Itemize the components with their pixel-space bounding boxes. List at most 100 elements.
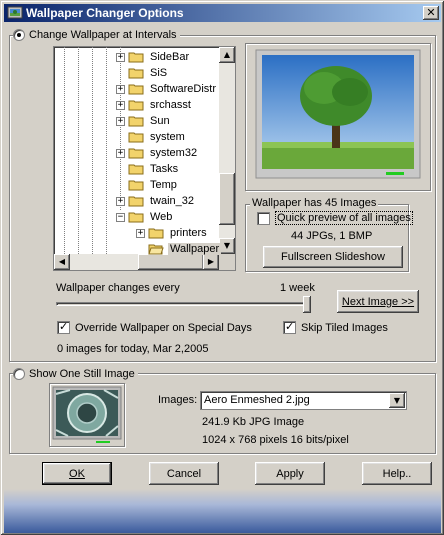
tree-item-label: system	[150, 131, 185, 143]
tree-item[interactable]: Tasks	[116, 161, 180, 177]
tree-item[interactable]: + SoftwareDistr	[116, 81, 218, 97]
override-label: Override Wallpaper on Special Days	[75, 321, 252, 334]
tree-item[interactable]: + Sun	[116, 113, 172, 129]
tree-connector	[116, 165, 125, 174]
tree-item-label: Tasks	[150, 163, 179, 175]
cancel-button[interactable]: Cancel	[149, 462, 219, 485]
interval-slider-track[interactable]	[56, 302, 311, 306]
tree-item[interactable]: − Web	[116, 209, 174, 225]
collapse-icon[interactable]: −	[116, 212, 125, 222]
still-image-radio[interactable]: Show One Still Image	[13, 367, 138, 381]
scroll-thumb[interactable]	[219, 173, 235, 225]
options-dialog: Wallpaper Changer Options ✕ Change Wallp…	[0, 0, 444, 535]
still-image-thumbnail	[49, 383, 125, 447]
tree-item-label: twain_32	[150, 195, 195, 207]
folder-icon	[128, 116, 144, 127]
tree-item[interactable]: + srchasst	[116, 97, 193, 113]
folder-icon	[128, 180, 144, 191]
expand-icon[interactable]: +	[136, 228, 145, 238]
ok-button[interactable]: OK	[42, 462, 112, 485]
tree-item-label: SiS	[150, 67, 168, 79]
tree-item[interactable]: + SideBar	[116, 49, 191, 65]
folder-tree[interactable]: ▲ ▼ ◀ ▶ + SideBar SiS + SoftwareDistr + srchas…	[53, 46, 236, 271]
tree-item[interactable]: Wallpaper	[136, 241, 222, 257]
tree-item-label: srchasst	[150, 99, 191, 111]
chevron-down-icon[interactable]: ▼	[389, 393, 405, 408]
skip-tiled-label: Skip Tiled Images	[301, 321, 388, 334]
images-label: Images:	[158, 394, 198, 406]
expand-icon[interactable]: +	[116, 148, 125, 158]
image-counts: 44 JPGs, 1 BMP	[291, 230, 373, 242]
tree-item-label: system32	[150, 147, 198, 159]
folder-icon	[128, 52, 144, 63]
tree-item[interactable]: Temp	[116, 177, 179, 193]
title-bar[interactable]: Wallpaper Changer Options ✕	[4, 4, 441, 22]
wallpaper-preview	[245, 43, 431, 191]
intervals-radio-label: Change Wallpaper at Intervals	[29, 29, 177, 41]
scroll-up-icon[interactable]: ▲	[219, 47, 235, 63]
intervals-radio-dot[interactable]	[13, 29, 25, 41]
tree-connector	[116, 69, 125, 78]
quick-preview-label: Quick preview of all images	[275, 211, 413, 225]
app-icon	[7, 6, 23, 19]
fullscreen-slideshow-button[interactable]: Fullscreen Slideshow	[263, 246, 403, 268]
folder-icon	[128, 84, 144, 95]
thumbnail-image	[52, 386, 122, 443]
scroll-down-icon[interactable]: ▼	[219, 238, 235, 254]
tree-item[interactable]: + twain_32	[116, 193, 196, 209]
override-row[interactable]: Override Wallpaper on Special Days	[57, 320, 252, 334]
override-checkbox[interactable]	[57, 320, 70, 334]
tree-item-label: printers	[170, 227, 207, 239]
interval-value: 1 week	[280, 282, 315, 294]
folder-icon	[128, 68, 144, 79]
folder-icon	[128, 212, 144, 223]
tree-item-label: SideBar	[150, 51, 190, 63]
quick-preview-row[interactable]: Quick preview of all images	[257, 211, 413, 225]
folder-icon	[128, 164, 144, 175]
tree-item[interactable]: + printers	[136, 225, 209, 241]
tree-connector	[116, 181, 125, 190]
expand-icon[interactable]: +	[116, 84, 125, 94]
footer-band	[4, 489, 441, 533]
next-image-button[interactable]: Next Image >>	[337, 290, 419, 313]
preview-monitor-image	[255, 49, 421, 179]
scroll-left-icon[interactable]: ◀	[54, 254, 70, 270]
folder-icon	[128, 148, 144, 159]
skip-tiled-row[interactable]: Skip Tiled Images	[283, 320, 388, 334]
tree-item-label: Wallpaper	[168, 243, 222, 255]
folder-icon	[128, 196, 144, 207]
tree-item-label: Temp	[150, 179, 177, 191]
tree-item[interactable]: + system32	[116, 145, 199, 161]
tree-vertical-scrollbar[interactable]: ▲ ▼	[219, 47, 235, 254]
tree-item[interactable]: SiS	[116, 65, 169, 81]
help-button[interactable]: Help..	[362, 462, 432, 485]
window-title: Wallpaper Changer Options	[26, 6, 184, 20]
intervals-radio[interactable]: Change Wallpaper at Intervals	[13, 28, 180, 42]
tree-item[interactable]: system	[116, 129, 187, 145]
tree-connector	[136, 245, 145, 254]
quick-preview-checkbox[interactable]	[257, 211, 270, 225]
changes-every-label: Wallpaper changes every	[56, 282, 180, 294]
still-image-radio-dot[interactable]	[13, 368, 25, 380]
folder-icon	[128, 100, 144, 111]
still-image-radio-label: Show One Still Image	[29, 368, 135, 380]
tree-item-label: Web	[150, 211, 173, 223]
apply-button[interactable]: Apply	[255, 462, 325, 485]
images-group-title: Wallpaper has 45 Images	[250, 197, 379, 209]
folder-icon	[148, 228, 164, 239]
expand-icon[interactable]: +	[116, 196, 125, 206]
folder-open-icon	[148, 244, 164, 255]
expand-icon[interactable]: +	[116, 116, 125, 126]
image-select-value: Aero Enmeshed 2.jpg	[204, 394, 310, 406]
close-button[interactable]: ✕	[423, 6, 439, 20]
interval-slider-thumb[interactable]	[303, 296, 311, 313]
image-select[interactable]: Aero Enmeshed 2.jpg ▼	[200, 391, 407, 410]
expand-icon[interactable]: +	[116, 52, 125, 62]
expand-icon[interactable]: +	[116, 100, 125, 110]
tree-item-label: Sun	[150, 115, 170, 127]
today-status: 0 images for today, Mar 2,2005	[57, 343, 209, 355]
close-icon: ✕	[426, 6, 436, 19]
file-info: 241.9 Kb JPG Image	[202, 416, 305, 428]
skip-tiled-checkbox[interactable]	[283, 320, 296, 334]
dimensions-info: 1024 x 768 pixels 16 bits/pixel	[202, 434, 349, 446]
